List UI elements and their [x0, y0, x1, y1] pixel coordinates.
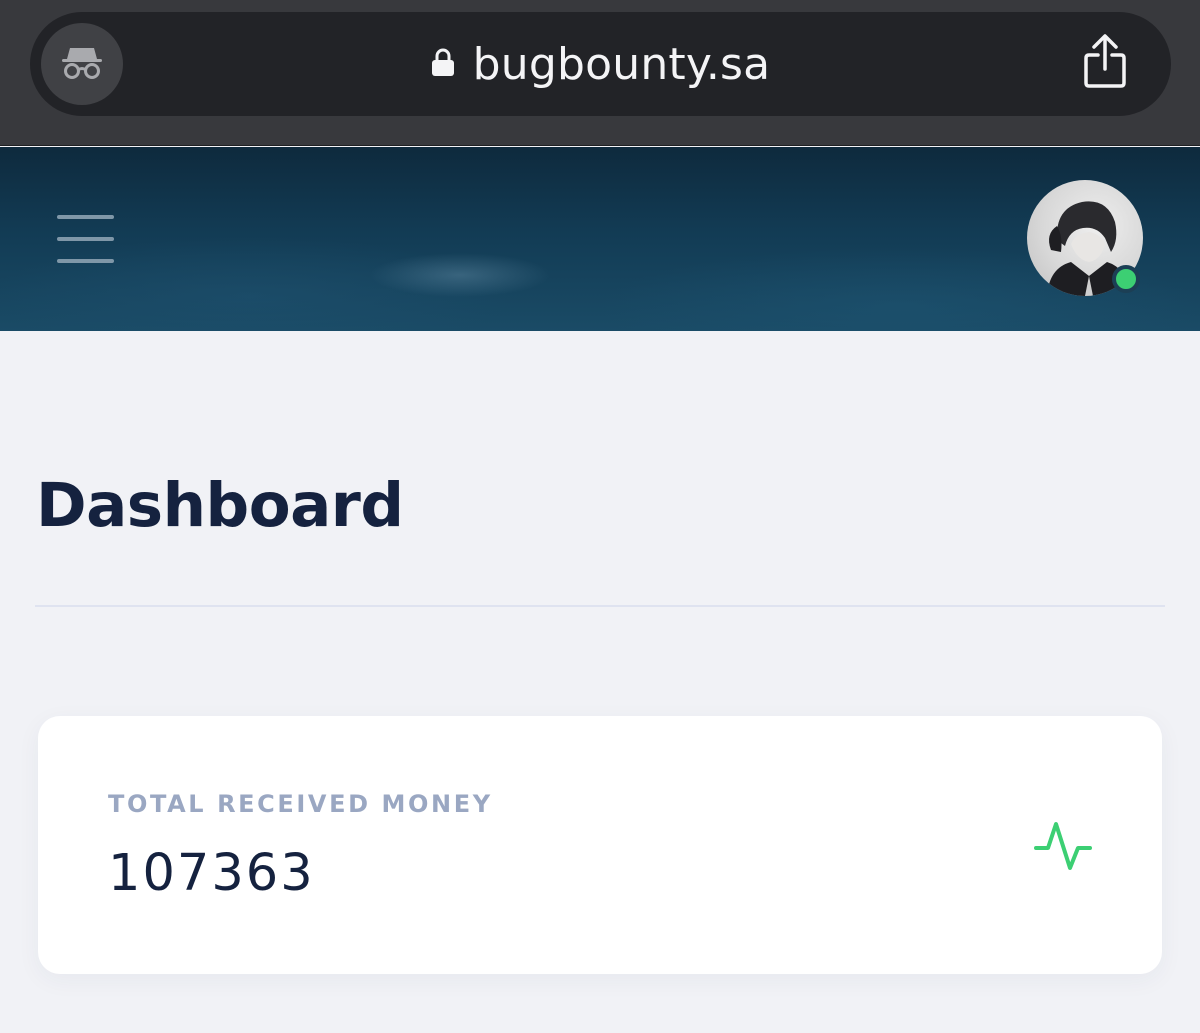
site-header — [0, 147, 1200, 331]
incognito-icon — [60, 44, 104, 84]
address-bar[interactable]: bugbounty.sa — [30, 12, 1171, 116]
total-received-money-card: TOTAL RECEIVED MONEY 107363 — [38, 716, 1162, 974]
page-title: Dashboard — [36, 470, 404, 541]
menu-line — [57, 237, 114, 241]
incognito-button[interactable] — [41, 23, 123, 105]
browser-toolbar: bugbounty.sa — [0, 0, 1200, 146]
stat-value: 107363 — [108, 844, 315, 903]
lock-icon — [431, 47, 455, 81]
online-status-indicator — [1112, 265, 1140, 293]
share-icon — [1083, 33, 1127, 93]
url-text[interactable]: bugbounty.sa — [473, 39, 771, 90]
stat-label: TOTAL RECEIVED MONEY — [108, 790, 493, 818]
menu-line — [57, 259, 114, 263]
url-display: bugbounty.sa — [30, 12, 1171, 116]
share-button[interactable] — [1081, 32, 1129, 94]
menu-line — [57, 215, 114, 219]
hamburger-menu-icon[interactable] — [57, 215, 115, 263]
activity-icon — [1034, 818, 1092, 876]
divider — [35, 605, 1165, 607]
